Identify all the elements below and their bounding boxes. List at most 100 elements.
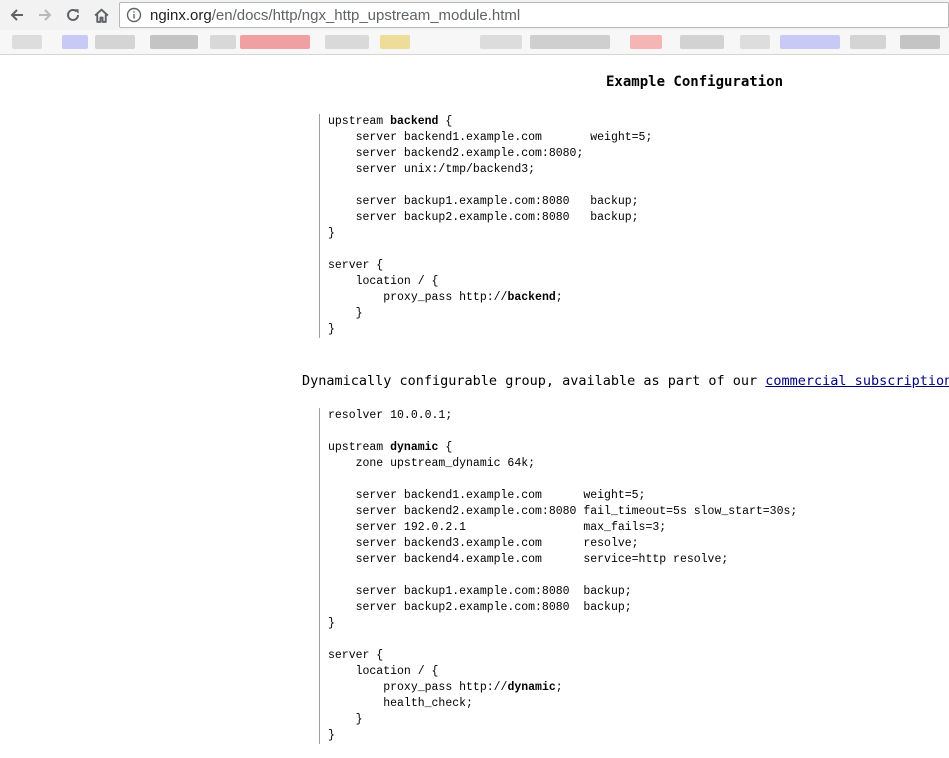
code-text: proxy_pass http:// bbox=[328, 681, 508, 694]
forward-button[interactable] bbox=[32, 2, 58, 28]
code-text: upstream bbox=[328, 441, 391, 454]
code-line: server 192.0.2.1 max_fails=3; bbox=[328, 520, 797, 536]
code-keyword: backend bbox=[390, 115, 439, 128]
code-line: proxy_pass http://backend; bbox=[328, 290, 652, 306]
code-text: } bbox=[328, 307, 363, 320]
code-line: location / { bbox=[328, 274, 652, 290]
code-line: server backend3.example.com resolve; bbox=[328, 536, 797, 552]
code-text: zone upstream_dynamic 64k; bbox=[328, 457, 536, 470]
code-text: } bbox=[328, 617, 335, 630]
home-icon bbox=[93, 8, 109, 23]
code-line: server backend1.example.com weight=5; bbox=[328, 488, 797, 504]
section-heading: Example Configuration bbox=[606, 74, 784, 90]
bookmark-item[interactable] bbox=[95, 35, 135, 49]
code-text: server backup2.example.com:8080 backup; bbox=[328, 601, 632, 614]
code-text: server backend1.example.com weight=5; bbox=[328, 131, 653, 144]
bookmark-item[interactable] bbox=[780, 35, 840, 49]
commercial-subscription-link[interactable]: commercial subscription bbox=[765, 373, 949, 389]
code-text: server { bbox=[328, 259, 384, 272]
bookmark-item[interactable] bbox=[62, 35, 88, 49]
code-line: } bbox=[328, 322, 652, 338]
code-line: server backup2.example.com:8080 backup; bbox=[328, 210, 652, 226]
code-text: } bbox=[328, 729, 335, 742]
code-text: server backup1.example.com:8080 backup; bbox=[328, 585, 632, 598]
code-line: } bbox=[328, 306, 652, 322]
reload-button[interactable] bbox=[60, 2, 86, 28]
address-bar[interactable]: nginx.org/en/docs/http/ngx_http_upstream… bbox=[119, 2, 949, 28]
code-text: location / { bbox=[328, 275, 439, 288]
code-line: server backup1.example.com:8080 backup; bbox=[328, 584, 797, 600]
code-line: proxy_pass http://dynamic; bbox=[328, 680, 797, 696]
code-text: server 192.0.2.1 max_fails=3; bbox=[328, 521, 667, 534]
code-text: } bbox=[328, 323, 335, 336]
browser-toolbar: nginx.org/en/docs/http/ngx_http_upstream… bbox=[0, 0, 949, 30]
code-line: } bbox=[328, 712, 797, 728]
code-line: } bbox=[328, 616, 797, 632]
bookmark-item[interactable] bbox=[850, 35, 886, 49]
bookmark-item[interactable] bbox=[240, 35, 310, 49]
code-text: proxy_pass http:// bbox=[328, 291, 508, 304]
code-text: resolver 10.0.0.1; bbox=[328, 409, 453, 422]
code-text: server backend2.example.com:8080; bbox=[328, 147, 584, 160]
arrow-right-icon bbox=[39, 9, 52, 21]
code-text: ; bbox=[555, 681, 563, 694]
code-text: server backend4.example.com service=http… bbox=[328, 553, 729, 566]
description-paragraph: Dynamically configurable group, availabl… bbox=[302, 373, 949, 389]
paragraph-text: Dynamically configurable group, availabl… bbox=[302, 373, 766, 389]
bookmark-item[interactable] bbox=[210, 35, 236, 49]
url-path: /en/docs/http/ngx_http_upstream_module.h… bbox=[211, 7, 521, 24]
code-line: } bbox=[328, 728, 797, 744]
code-line: zone upstream_dynamic 64k; bbox=[328, 456, 797, 472]
code-line: upstream dynamic { bbox=[328, 440, 797, 456]
code-text: location / { bbox=[328, 665, 439, 678]
info-icon[interactable] bbox=[126, 7, 142, 23]
bookmark-item[interactable] bbox=[325, 35, 369, 49]
bookmark-item[interactable] bbox=[680, 35, 724, 49]
bookmark-item[interactable] bbox=[740, 35, 770, 49]
bookmark-item[interactable] bbox=[900, 35, 940, 49]
code-line: server { bbox=[328, 648, 797, 664]
bookmark-item[interactable] bbox=[150, 35, 198, 49]
bookmark-item[interactable] bbox=[530, 35, 610, 49]
code-example-dynamic: resolver 10.0.0.1; upstream dynamic { zon… bbox=[328, 408, 797, 744]
code-text: } bbox=[328, 713, 363, 726]
code-line: server unix:/tmp/backend3; bbox=[328, 162, 652, 178]
code-line: server backup1.example.com:8080 backup; bbox=[328, 194, 652, 210]
code-line: server backend1.example.com weight=5; bbox=[328, 130, 653, 146]
code-keyword: dynamic bbox=[507, 681, 556, 694]
home-button[interactable] bbox=[88, 2, 114, 28]
code-text: } bbox=[328, 227, 335, 240]
code-text: upstream bbox=[328, 115, 391, 128]
page-content: Example Configuration upstream backend {… bbox=[0, 55, 949, 758]
bookmark-item[interactable] bbox=[480, 35, 522, 49]
bookmark-item[interactable] bbox=[380, 35, 410, 49]
code-example-static: upstream backend { server backend1.examp… bbox=[328, 114, 652, 338]
bookmark-item[interactable] bbox=[630, 35, 662, 49]
back-button[interactable] bbox=[4, 2, 30, 28]
code-text: ; bbox=[555, 291, 563, 304]
code-text: { bbox=[438, 115, 453, 128]
code-line: upstream backend { bbox=[328, 114, 652, 130]
code-keyword: backend bbox=[507, 291, 556, 304]
url-host: nginx.org bbox=[150, 7, 212, 24]
bookmark-item[interactable] bbox=[12, 35, 42, 49]
code-text: health_check; bbox=[328, 697, 473, 710]
code-line: location / { bbox=[328, 664, 797, 680]
code-line: } bbox=[328, 226, 652, 242]
bookmarks-bar bbox=[0, 30, 949, 55]
code-text: server backend1.example.com weight=5; bbox=[328, 489, 646, 502]
example-config-block: upstream backend { server backend1.examp… bbox=[319, 114, 652, 338]
code-text: server backend3.example.com resolve; bbox=[328, 537, 639, 550]
code-text: server backup1.example.com:8080 backup; bbox=[328, 195, 639, 208]
url-text: nginx.org/en/docs/http/ngx_http_upstream… bbox=[150, 7, 520, 24]
code-text: server unix:/tmp/backend3; bbox=[328, 163, 536, 176]
code-text: server { bbox=[328, 649, 384, 662]
code-line: health_check; bbox=[328, 696, 797, 712]
code-line: server backend4.example.com service=http… bbox=[328, 552, 797, 568]
